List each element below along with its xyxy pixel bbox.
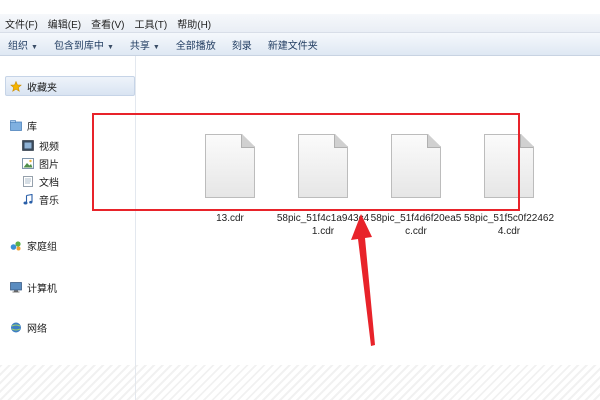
share-button[interactable]: 共享 ▼ bbox=[122, 37, 168, 52]
watermark-band bbox=[0, 365, 600, 400]
top-strip bbox=[0, 0, 600, 14]
sidebar-item-library[interactable]: 库 bbox=[10, 118, 37, 133]
sidebar-item-videos[interactable]: 视频 bbox=[22, 138, 59, 153]
organize-label: 组织 bbox=[8, 40, 28, 52]
command-toolbar: 组织 ▼ 包含到库中 ▼ 共享 ▼ 全部播放 刻录 新建文件夹 bbox=[0, 33, 600, 56]
navigation-pane: 收藏夹 库 视频 图片 文档 音乐 家庭组 计算机 网络 bbox=[0, 56, 136, 400]
dropdown-arrow-icon: ▼ bbox=[152, 43, 160, 51]
computer-icon bbox=[10, 282, 22, 293]
menu-file[interactable]: 文件(F) bbox=[0, 16, 43, 31]
sidebar-item-label: 视频 bbox=[39, 142, 59, 153]
dropdown-arrow-icon: ▼ bbox=[106, 43, 114, 51]
menu-help[interactable]: 帮助(H) bbox=[172, 16, 216, 31]
menu-bar: 文件(F) 编辑(E) 查看(V) 工具(T) 帮助(H) bbox=[0, 14, 600, 33]
new-folder-button[interactable]: 新建文件夹 bbox=[260, 37, 326, 52]
file-name: 13.cdr bbox=[216, 213, 244, 224]
sidebar-item-homegroup[interactable]: 家庭组 bbox=[10, 238, 57, 253]
highlight-rectangle bbox=[92, 113, 520, 211]
sidebar-item-label: 库 bbox=[27, 122, 37, 133]
sidebar-item-label: 图片 bbox=[39, 160, 59, 171]
sidebar-item-label: 网络 bbox=[27, 324, 47, 335]
file-name: 58pic_51f5c0f224624.cdr bbox=[463, 213, 555, 237]
include-in-library-button[interactable]: 包含到库中 ▼ bbox=[46, 37, 122, 52]
sidebar-item-label: 家庭组 bbox=[27, 242, 57, 253]
music-icon bbox=[23, 194, 33, 205]
library-icon bbox=[10, 120, 22, 131]
homegroup-icon bbox=[10, 241, 21, 251]
star-icon bbox=[10, 80, 22, 92]
menu-tools[interactable]: 工具(T) bbox=[129, 16, 172, 31]
sidebar-item-label: 计算机 bbox=[27, 284, 57, 295]
sidebar-item-music[interactable]: 音乐 bbox=[22, 192, 59, 207]
play-all-button[interactable]: 全部播放 bbox=[168, 37, 224, 52]
sidebar-item-label: 文档 bbox=[39, 178, 59, 189]
sidebar-item-pictures[interactable]: 图片 bbox=[22, 156, 59, 171]
picture-icon bbox=[22, 158, 34, 169]
share-label: 共享 bbox=[129, 40, 150, 52]
sidebar-item-label: 音乐 bbox=[39, 196, 59, 207]
dropdown-arrow-icon: ▼ bbox=[31, 43, 38, 51]
include-in-library-label: 包含到库中 bbox=[53, 40, 104, 52]
sidebar-item-label: 收藏夹 bbox=[27, 82, 57, 94]
video-icon bbox=[22, 140, 34, 151]
sidebar-item-documents[interactable]: 文档 bbox=[22, 174, 59, 189]
sidebar-item-network[interactable]: 网络 bbox=[10, 320, 47, 335]
sidebar-item-favorites[interactable]: 收藏夹 bbox=[5, 76, 135, 96]
annotation-arrow-icon bbox=[351, 214, 375, 346]
menu-edit[interactable]: 编辑(E) bbox=[43, 16, 86, 31]
burn-button[interactable]: 刻录 bbox=[224, 37, 260, 52]
document-icon bbox=[23, 176, 33, 187]
menu-view[interactable]: 查看(V) bbox=[86, 16, 129, 31]
network-icon bbox=[11, 322, 21, 333]
organize-button[interactable]: 组织 ▼ bbox=[0, 37, 46, 52]
sidebar-item-computer[interactable]: 计算机 bbox=[10, 280, 57, 295]
